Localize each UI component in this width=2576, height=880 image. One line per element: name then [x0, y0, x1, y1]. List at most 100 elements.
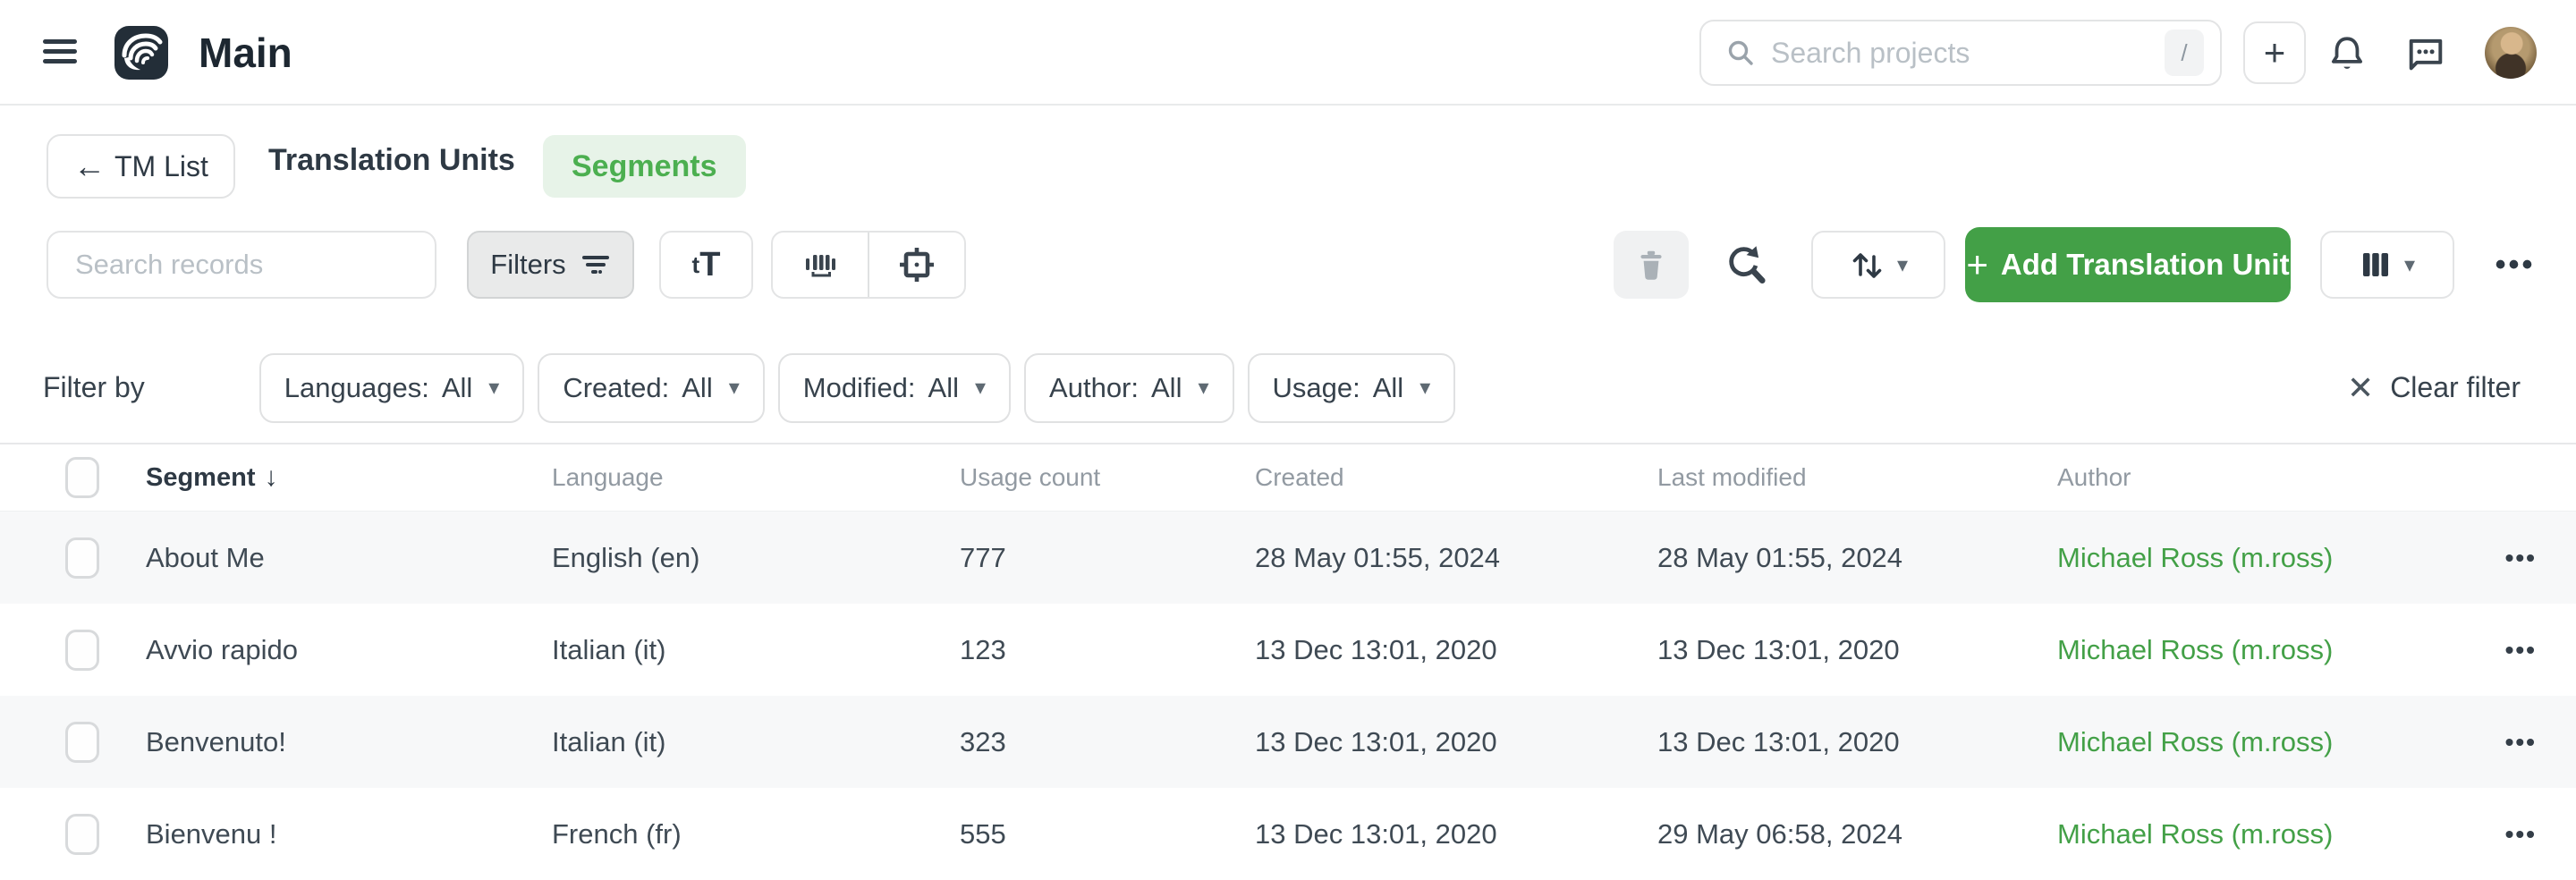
tab-segments[interactable]: Segments — [543, 135, 746, 198]
top-bar: Main / + — [0, 0, 2576, 106]
filter-chip-modified[interactable]: Modified: All ▾ — [778, 353, 1011, 423]
caret-down-icon: ▾ — [2404, 252, 2415, 278]
chip-value: All — [1151, 372, 1182, 404]
app-logo[interactable] — [114, 26, 168, 80]
chip-value: All — [442, 372, 472, 404]
filter-chip-usage[interactable]: Usage: All ▾ — [1248, 353, 1456, 423]
caret-down-icon: ▾ — [729, 375, 740, 401]
delete-selected-button[interactable] — [1614, 231, 1689, 299]
filter-chip-author[interactable]: Author: All ▾ — [1024, 353, 1233, 423]
column-header-segment[interactable]: Segment↓ — [146, 462, 277, 493]
search-records-input[interactable] — [75, 249, 408, 281]
feedback-chat-button[interactable] — [2402, 30, 2449, 77]
project-search[interactable]: / — [1699, 20, 2222, 86]
author-link[interactable]: Michael Ross (m.ross) — [2057, 542, 2333, 574]
table-header: Segment↓ Language Usage count Created La… — [0, 443, 2576, 512]
page-title: Main — [199, 29, 292, 77]
filter-chip-languages[interactable]: Languages: All ▾ — [259, 353, 525, 423]
select-all-checkbox[interactable] — [65, 457, 99, 498]
column-header-usage-count[interactable]: Usage count — [960, 463, 1100, 492]
selection-target-icon — [895, 243, 938, 286]
row-checkbox[interactable] — [65, 814, 99, 855]
placeholder-view-button[interactable] — [869, 233, 964, 297]
column-header-last-modified[interactable]: Last modified — [1657, 463, 1807, 492]
add-button-label: Add Translation Unit — [2001, 248, 2290, 282]
usage-count-cell: 123 — [960, 634, 1006, 666]
segment-cell: Avvio rapido — [146, 634, 298, 666]
search-projects-input[interactable] — [1771, 37, 2165, 70]
back-to-tm-list-button[interactable]: ← TM List — [47, 134, 235, 199]
created-cell: 13 Dec 13:01, 2020 — [1255, 726, 1497, 758]
chip-name: Created: — [563, 372, 669, 404]
filter-chip-created[interactable]: Created: All ▾ — [538, 353, 764, 423]
segment-cell: Bienvenu ! — [146, 818, 277, 850]
menu-icon[interactable] — [43, 34, 79, 70]
row-actions-button[interactable]: ••• — [2505, 820, 2537, 849]
author-link[interactable]: Michael Ross (m.ross) — [2057, 818, 2333, 850]
row-actions-button[interactable]: ••• — [2505, 544, 2537, 572]
caret-down-icon: ▾ — [1419, 375, 1430, 401]
back-button-label: TM List — [114, 150, 208, 183]
column-header-created[interactable]: Created — [1255, 463, 1344, 492]
caret-down-icon: ▾ — [488, 375, 499, 401]
barcode-icon — [800, 244, 841, 285]
row-checkbox[interactable] — [65, 630, 99, 671]
table-row[interactable]: Benvenuto! Italian (it) 323 13 Dec 13:01… — [0, 696, 2576, 788]
barcode-view-button[interactable] — [773, 233, 869, 297]
sort-updown-icon — [1849, 246, 1885, 283]
tab-translation-units[interactable]: Translation Units — [268, 106, 515, 215]
usage-count-cell: 323 — [960, 726, 1006, 758]
more-actions-button[interactable]: ••• — [2479, 231, 2551, 299]
trash-icon — [1632, 246, 1670, 283]
columns-button[interactable]: ▾ — [2320, 231, 2454, 299]
clear-filter-button[interactable]: ✕ Clear filter — [2347, 333, 2521, 443]
row-checkbox[interactable] — [65, 537, 99, 579]
add-translation-unit-button[interactable]: + Add Translation Unit — [1965, 227, 2291, 302]
created-cell: 28 May 01:55, 2024 — [1255, 542, 1500, 574]
chip-name: Usage: — [1273, 372, 1360, 404]
search-replace-button[interactable] — [1717, 238, 1771, 292]
column-label: Segment — [146, 463, 255, 492]
filter-by-label: Filter by — [43, 371, 145, 404]
filter-bar: Filter by Languages: All ▾ Created: All … — [0, 333, 2576, 443]
column-header-language[interactable]: Language — [552, 463, 664, 492]
last-modified-cell: 13 Dec 13:01, 2020 — [1657, 726, 1900, 758]
sort-button[interactable]: ▾ — [1811, 231, 1945, 299]
language-cell: Italian (it) — [552, 726, 665, 758]
text-size-big-glyph: T — [699, 246, 720, 284]
segment-cell: Benvenuto! — [146, 726, 286, 758]
last-modified-cell: 29 May 06:58, 2024 — [1657, 818, 1902, 850]
columns-icon — [2360, 249, 2392, 281]
chip-value: All — [1373, 372, 1403, 404]
text-size-button[interactable]: tT — [659, 231, 753, 299]
usage-count-cell: 555 — [960, 818, 1006, 850]
table-row[interactable]: About Me English (en) 777 28 May 01:55, … — [0, 512, 2576, 604]
view-mode-group — [771, 231, 966, 299]
author-link[interactable]: Michael Ross (m.ross) — [2057, 726, 2333, 758]
filter-lines-icon — [580, 250, 611, 279]
records-search[interactable] — [47, 231, 436, 299]
user-avatar[interactable] — [2485, 27, 2537, 79]
text-size-small-glyph: t — [692, 251, 700, 279]
filters-button[interactable]: Filters — [467, 231, 634, 299]
search-icon — [1726, 38, 1755, 67]
segments-table: Segment↓ Language Usage count Created La… — [0, 443, 2576, 880]
row-actions-button[interactable]: ••• — [2505, 636, 2537, 664]
language-cell: English (en) — [552, 542, 699, 574]
column-header-author[interactable]: Author — [2057, 463, 2131, 492]
nav-row: ← TM List Translation Units Segments — [0, 106, 2576, 215]
language-cell: Italian (it) — [552, 634, 665, 666]
row-checkbox[interactable] — [65, 722, 99, 763]
row-actions-button[interactable]: ••• — [2505, 728, 2537, 757]
caret-down-icon: ▾ — [1897, 252, 1908, 278]
plus-icon: + — [1966, 246, 1988, 283]
notifications-button[interactable] — [2324, 30, 2370, 77]
language-cell: French (fr) — [552, 818, 682, 850]
author-link[interactable]: Michael Ross (m.ross) — [2057, 634, 2333, 666]
chip-name: Modified: — [803, 372, 916, 404]
table-row[interactable]: Bienvenu ! French (fr) 555 13 Dec 13:01,… — [0, 788, 2576, 880]
create-new-button[interactable]: + — [2243, 21, 2306, 84]
last-modified-cell: 13 Dec 13:01, 2020 — [1657, 634, 1900, 666]
table-row[interactable]: Avvio rapido Italian (it) 123 13 Dec 13:… — [0, 604, 2576, 696]
chip-name: Languages: — [284, 372, 429, 404]
